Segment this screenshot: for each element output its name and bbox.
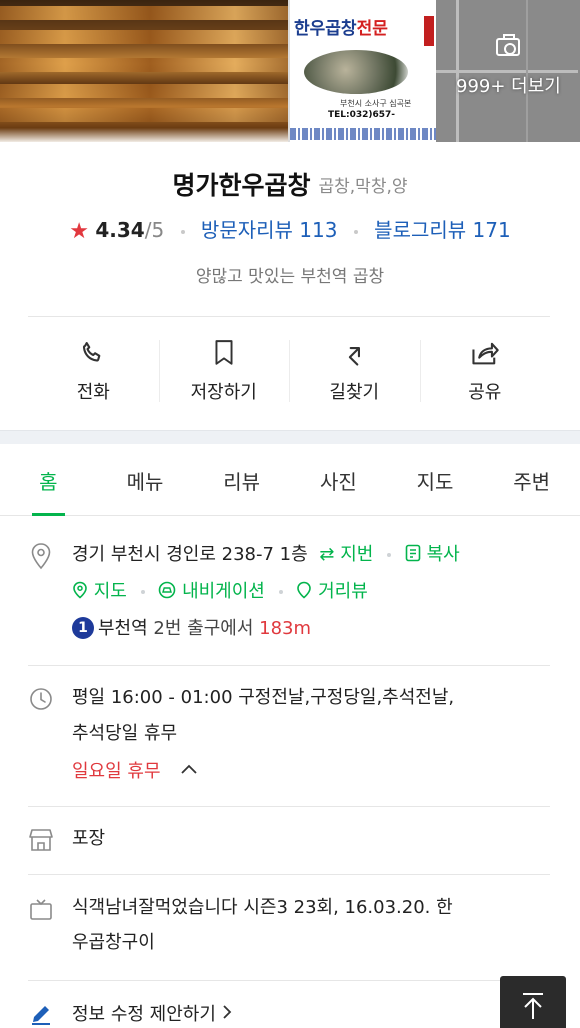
chevron-right-icon	[222, 996, 232, 1028]
hours-line-2: 추석당일 휴무	[72, 723, 178, 744]
clock-icon	[28, 687, 54, 711]
sign-food-image	[304, 50, 408, 94]
directions-button[interactable]: 길찾기	[289, 320, 420, 430]
map-link[interactable]: 지도	[72, 581, 127, 602]
tv-section: 식객남녀잘먹었습니다 시즌3 23회, 16.03.20. 한 우곱창구이	[28, 890, 550, 970]
phone-icon	[79, 338, 107, 368]
signboard-photo[interactable]: 한우곱창전문 부천시 소사구 심곡본 TEL:032)657-	[288, 0, 436, 142]
separator-dot	[140, 590, 145, 594]
divider	[28, 316, 550, 317]
tab-map[interactable]: 지도	[387, 444, 484, 515]
sign-address: 부천시 소사구 심곡본	[340, 99, 412, 108]
sign-title: 한우곱창전문	[294, 19, 388, 39]
tab-reviews[interactable]: 리뷰	[193, 444, 290, 515]
station-name: 부천역	[98, 618, 148, 639]
tab-bar: 홈 메뉴 리뷰 사진 지도 주변	[0, 444, 580, 516]
share-label: 공유	[468, 382, 502, 403]
hours-section[interactable]: 평일 16:00 - 01:00 구정전날,구정당일,추석전날, 추석당일 휴무…	[28, 680, 550, 800]
visitor-reviews-link[interactable]: 방문자리뷰 113	[201, 218, 338, 242]
tab-nearby[interactable]: 주변	[483, 444, 580, 515]
divider	[28, 665, 550, 666]
street-view-link[interactable]: 거리뷰	[296, 581, 368, 602]
address-section: 경기 부천시 경인로 238-7 1층 ⇄ 지번 복사 지도 내비게이션 거리뷰…	[28, 536, 550, 656]
subway-line-badge: 1	[72, 617, 94, 639]
tv-line-2: 우곱창구이	[72, 932, 155, 953]
title-row: 명가한우곱창 곱창,막창,양	[0, 166, 580, 202]
divider	[28, 874, 550, 875]
separator-dot	[387, 553, 392, 557]
rating-score: 4.34	[95, 218, 145, 242]
call-button[interactable]: 전화	[28, 320, 159, 430]
action-bar: 전화 저장하기 길찾기 공유	[28, 320, 550, 430]
rating-max: /5	[144, 218, 165, 242]
more-photos-label: 999+ 더보기	[456, 76, 561, 97]
sign-decoration	[424, 16, 434, 46]
store-icon	[28, 828, 54, 852]
call-label: 전화	[76, 382, 110, 403]
takeout-section: 포장	[28, 820, 550, 860]
save-button[interactable]: 저장하기	[158, 320, 290, 430]
takeout-label: 포장	[72, 828, 106, 849]
tab-home[interactable]: 홈	[0, 444, 97, 516]
food-photo[interactable]	[0, 0, 288, 142]
edit-suggestion-link[interactable]: 정보 수정 제안하기	[28, 996, 550, 1028]
station-exit: 2번 출구에서	[153, 618, 254, 639]
sign-border	[290, 128, 436, 140]
navigation-link[interactable]: 내비게이션	[158, 581, 265, 602]
jibun-toggle[interactable]: ⇄ 지번	[319, 544, 373, 565]
directions-label: 길찾기	[329, 382, 380, 403]
place-category: 곱창,막창,양	[318, 176, 408, 197]
location-pin-icon	[28, 542, 54, 570]
tab-photos[interactable]: 사진	[290, 444, 387, 515]
copy-icon	[405, 544, 421, 562]
place-name: 명가한우곱창	[172, 171, 311, 200]
sign-tel: TEL:032)657-	[328, 110, 396, 120]
rating-row: ★ 4.34/5 방문자리뷰 113 블로그리뷰 171	[0, 214, 580, 244]
address-text: 경기 부천시 경인로 238-7 1층	[72, 544, 308, 565]
more-photos-tile[interactable]: 999+ 더보기	[436, 0, 580, 142]
arrow-up-icon	[523, 993, 543, 1019]
photo-strip[interactable]: 한우곱창전문 부천시 소사구 심곡본 TEL:032)657- 999+ 더보기	[0, 0, 580, 142]
tab-menu[interactable]: 메뉴	[97, 444, 194, 515]
place-tagline: 양많고 맛있는 부천역 곱창	[195, 267, 385, 287]
map-pin-icon	[73, 581, 87, 599]
directions-icon	[340, 338, 368, 368]
bookmark-icon	[211, 338, 237, 368]
save-label: 저장하기	[190, 382, 257, 403]
scroll-to-top-button[interactable]	[500, 976, 566, 1028]
share-button[interactable]: 공유	[419, 320, 551, 430]
hours-line-1: 평일 16:00 - 01:00 구정전날,구정당일,추석전날,	[72, 687, 455, 708]
copy-button[interactable]: 복사	[405, 544, 460, 565]
blog-reviews-link[interactable]: 블로그리뷰 171	[374, 218, 511, 242]
chevron-up-icon[interactable]	[180, 752, 198, 788]
star-icon: ★	[69, 219, 90, 244]
separator-dot	[180, 229, 185, 234]
separator-dot	[353, 229, 358, 234]
car-icon	[159, 581, 176, 599]
share-icon	[470, 338, 500, 368]
tv-line-1: 식객남녀잘먹었습니다 시즌3 23회, 16.03.20. 한	[72, 897, 453, 918]
edit-suggestion-label: 정보 수정 제안하기	[72, 1004, 216, 1025]
closed-day: 일요일 휴무	[72, 761, 161, 782]
section-separator	[0, 430, 580, 444]
divider	[28, 806, 550, 807]
separator-dot	[278, 590, 283, 594]
tv-icon	[28, 898, 54, 922]
pencil-icon	[28, 1002, 54, 1026]
street-view-icon	[297, 581, 312, 599]
station-distance: 183m	[259, 618, 312, 639]
camera-icon	[496, 34, 520, 56]
divider	[28, 980, 550, 981]
